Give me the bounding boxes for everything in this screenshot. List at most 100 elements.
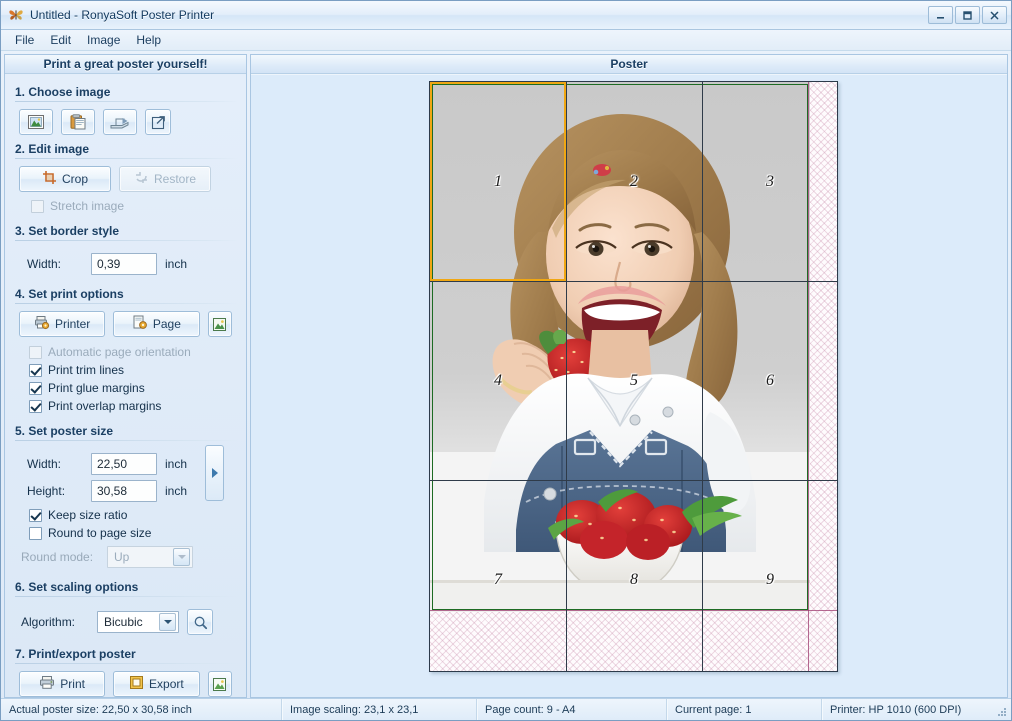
section-print-options: Printer Page Automatic page orientation … (13, 304, 238, 419)
section-title-print-export: 7. Print/export poster (15, 647, 238, 664)
chevron-down-icon (159, 613, 176, 631)
poster-sheet[interactable]: 1 2 3 4 5 6 7 8 9 (429, 81, 838, 672)
print-button[interactable]: Print (19, 671, 106, 697)
section-title-choose-image: 1. Choose image (15, 85, 238, 102)
chevron-right-icon (211, 468, 218, 478)
page-gear-icon (132, 315, 148, 333)
window-controls (928, 6, 1007, 24)
section-border-style: Width: 0,39 inch (13, 241, 238, 282)
paste-image-button[interactable] (61, 109, 95, 135)
minimize-icon[interactable] (928, 6, 953, 24)
menu-edit[interactable]: Edit (42, 31, 79, 49)
restore-icon (134, 170, 149, 188)
overlap-margin-line-bottom (430, 610, 837, 611)
printer-button-label: Printer (54, 317, 91, 331)
overlap-margin-line-right (808, 82, 809, 671)
section-title-print-options: 4. Set print options (15, 287, 238, 304)
menu-image[interactable]: Image (79, 31, 128, 49)
poster-panel-title: Poster (251, 55, 1007, 74)
print-trim-lines-label: Print trim lines (48, 363, 125, 377)
print-trim-lines-checkbox[interactable] (29, 363, 42, 377)
ratio-link-button[interactable] (205, 445, 224, 501)
open-image-button[interactable] (19, 109, 53, 135)
poster-height-unit: inch (165, 484, 188, 498)
menu-help[interactable]: Help (128, 31, 169, 49)
section-title-poster-size: 5. Set poster size (15, 424, 238, 441)
print-overlap-margins-label: Print overlap margins (48, 399, 162, 413)
page-settings-button[interactable]: Page (113, 311, 200, 337)
stretch-image-label: Stretch image (50, 199, 125, 213)
automatic-page-orientation-label: Automatic page orientation (48, 345, 191, 359)
status-printer: Printer: HP 1010 (600 DPI) (822, 699, 995, 720)
section-title-scaling-options: 6. Set scaling options (15, 580, 238, 597)
section-choose-image (13, 102, 238, 137)
export-button-label: Export (149, 677, 184, 691)
page-grid-line-v1 (566, 82, 567, 671)
page-number-7: 7 (494, 571, 502, 588)
page-number-1: 1 (494, 173, 502, 190)
page-grid-line-h1 (430, 281, 837, 282)
algorithm-value: Bicubic (104, 615, 143, 629)
automatic-page-orientation-checkbox[interactable] (29, 345, 42, 359)
keep-size-ratio-label: Keep size ratio (48, 508, 128, 522)
printer-settings-button[interactable]: Printer (19, 311, 106, 337)
menu-file[interactable]: File (7, 31, 42, 49)
crop-button-label: Crop (61, 172, 88, 186)
printer-gear-icon (34, 315, 50, 333)
print-glue-margins-checkbox[interactable] (29, 381, 42, 395)
page-number-5: 5 (630, 372, 638, 389)
scan-image-button[interactable] (103, 109, 137, 135)
restore-button[interactable]: Restore (119, 166, 211, 192)
sidebar-content: 1. Choose image 2. Edit image Crop Resto… (5, 74, 246, 697)
status-bar: Actual poster size: 22,50 x 30,58 inch I… (1, 698, 1011, 720)
poster-height-input[interactable]: 30,58 (91, 480, 157, 502)
page-grid-line-h2 (430, 480, 837, 481)
status-poster-size: Actual poster size: 22,50 x 30,58 inch (1, 699, 282, 720)
page-preview-button[interactable] (207, 311, 232, 337)
round-mode-select[interactable]: Up (107, 546, 193, 568)
section-title-border-style: 3. Set border style (15, 224, 238, 241)
page-number-9: 9 (766, 571, 774, 588)
round-to-page-size-checkbox[interactable] (29, 526, 42, 540)
resize-grip-icon[interactable] (995, 699, 1011, 720)
page-grid-line-v2 (702, 82, 703, 671)
status-current-page: Current page: 1 (667, 699, 822, 720)
poster-image (430, 82, 810, 612)
poster-width-unit: inch (165, 457, 188, 471)
keep-size-ratio-checkbox[interactable] (29, 508, 42, 522)
section-print-export: Print Export (13, 664, 238, 697)
print-overlap-margins-checkbox[interactable] (29, 399, 42, 413)
section-edit-image: Crop Restore Stretch image (13, 159, 238, 219)
border-width-input[interactable]: 0,39 (91, 253, 157, 275)
algorithm-select[interactable]: Bicubic (97, 611, 179, 633)
maximize-icon[interactable] (955, 6, 980, 24)
menu-bar: File Edit Image Help (1, 30, 1011, 51)
round-to-page-size-label: Round to page size (48, 526, 152, 540)
poster-height-label: Height: (27, 484, 66, 498)
steps-sidebar: Print a great poster yourself! 1. Choose… (4, 54, 247, 698)
export-preview-button[interactable] (207, 671, 232, 697)
poster-canvas[interactable]: 1 2 3 4 5 6 7 8 9 (251, 74, 1007, 697)
section-poster-size: Width: 22,50 inch Height: 30,58 inch Kee… (13, 441, 238, 575)
window-title: Untitled - RonyaSoft Poster Printer (30, 8, 215, 22)
page-number-4: 4 (494, 372, 502, 389)
section-title-edit-image: 2. Edit image (15, 142, 238, 159)
poster-width-input[interactable]: 22,50 (91, 453, 157, 475)
image-source-options-button[interactable] (145, 109, 171, 135)
algorithm-label: Algorithm: (21, 615, 76, 629)
print-button-label: Print (60, 677, 85, 691)
crop-button[interactable]: Crop (19, 166, 111, 192)
restore-button-label: Restore (153, 172, 197, 186)
page-number-8: 8 (630, 571, 638, 588)
page-button-label: Page (152, 317, 181, 331)
poster-width-label: Width: (27, 457, 62, 471)
butterfly-app-icon (8, 7, 24, 23)
preview-scaling-button[interactable] (187, 609, 213, 635)
stretch-image-checkbox[interactable] (31, 199, 44, 213)
export-icon (129, 675, 144, 693)
close-icon[interactable] (982, 6, 1007, 24)
export-button[interactable]: Export (113, 671, 200, 697)
border-width-unit: inch (165, 257, 188, 271)
status-page-count: Page count: 9 - A4 (477, 699, 667, 720)
chevron-down-icon (173, 548, 190, 566)
